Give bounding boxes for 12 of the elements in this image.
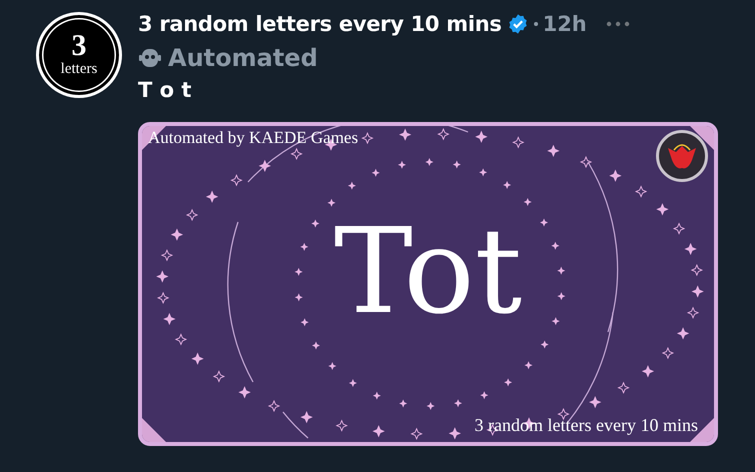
separator-dot	[534, 22, 538, 26]
automated-label: Automated	[168, 44, 318, 72]
robot-icon	[138, 46, 162, 70]
post-time[interactable]: 12h	[542, 12, 587, 36]
more-options-icon[interactable]	[606, 21, 630, 27]
avatar-logo[interactable]: 3 letters	[36, 12, 122, 98]
emblem-logo	[656, 130, 708, 182]
logo-number: 3	[72, 32, 86, 60]
post-text: T o t	[138, 78, 192, 104]
image-headline: Tot	[332, 206, 523, 336]
logo-word: letters	[60, 60, 98, 78]
author-name[interactable]: 3 random letters every 10 mins	[138, 12, 502, 36]
